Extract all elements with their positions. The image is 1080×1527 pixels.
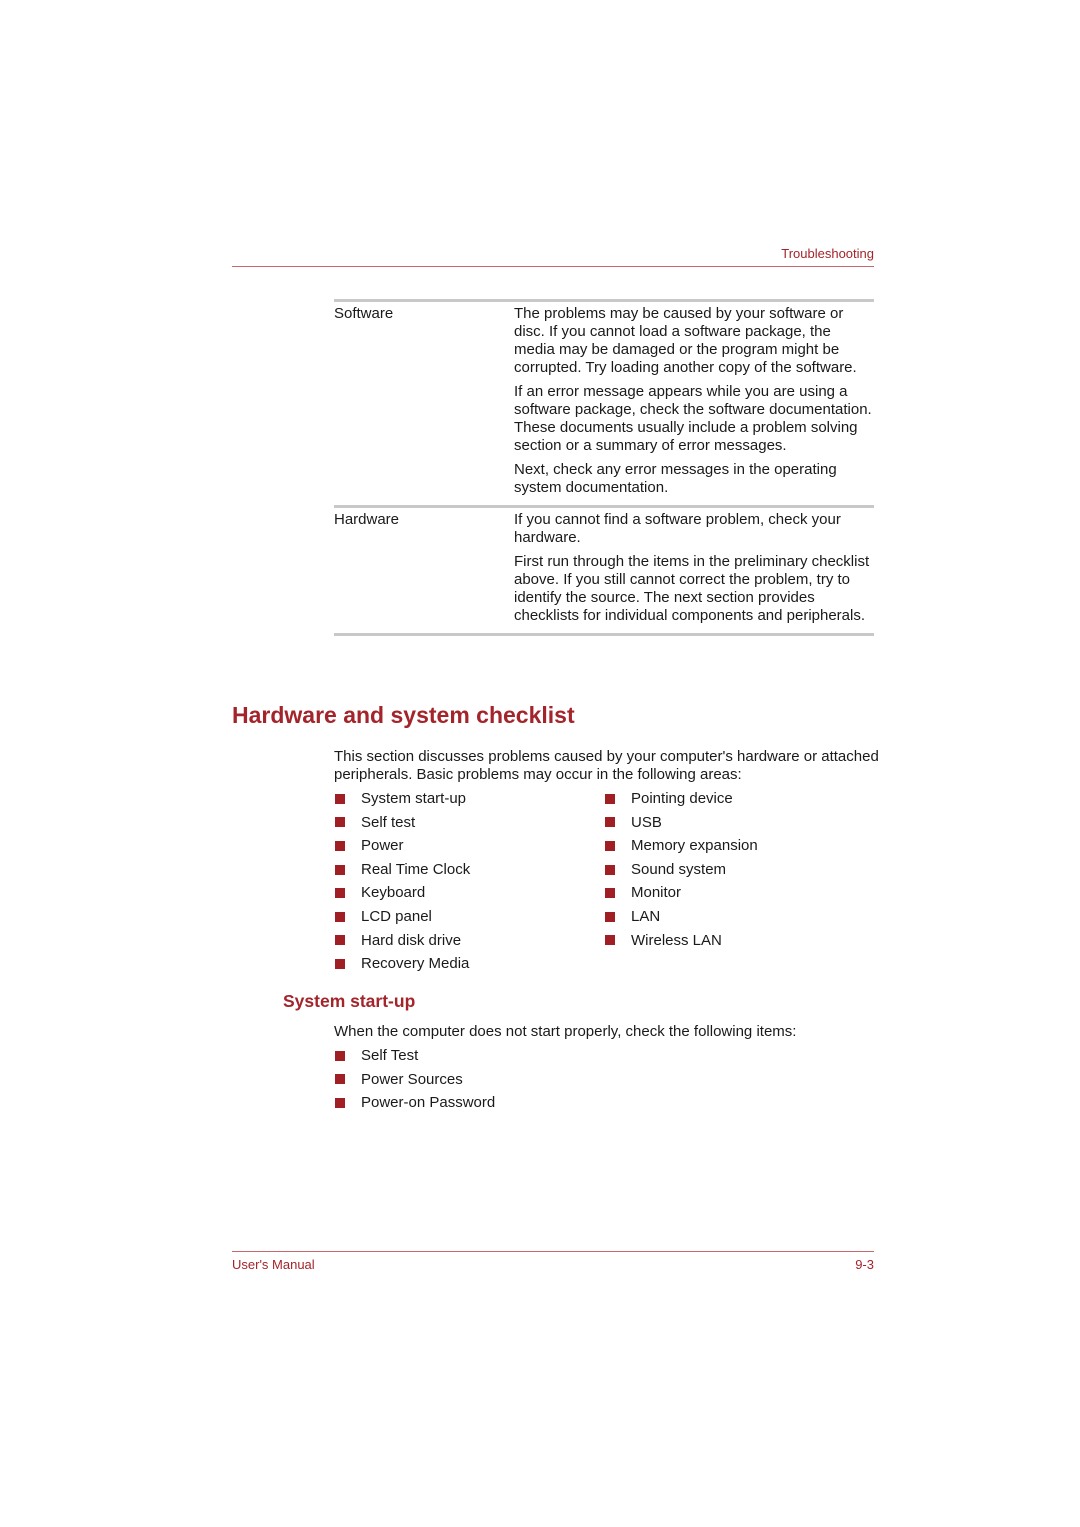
list-item: Self Test xyxy=(335,1044,495,1068)
square-bullet-icon xyxy=(605,840,615,851)
square-bullet-icon xyxy=(335,1074,345,1085)
list-item: LAN xyxy=(605,905,758,929)
subsection-heading: System start-up xyxy=(283,991,416,1011)
square-bullet-icon xyxy=(605,793,615,804)
square-bullet-icon xyxy=(335,864,345,875)
square-bullet-icon xyxy=(605,935,615,946)
list-item-label: Real Time Clock xyxy=(361,860,471,878)
table-row-label: Software xyxy=(334,305,394,322)
list-item-label: Power Sources xyxy=(361,1070,463,1088)
list-item-label: Power-on Password xyxy=(361,1094,496,1112)
table-row-hardware: Hardware If you cannot find a software p… xyxy=(334,508,874,633)
square-bullet-icon xyxy=(335,840,345,851)
page-number: 9-3 xyxy=(855,1257,874,1272)
list-item-label: LAN xyxy=(631,907,661,925)
table-paragraph: Next, check any error messages in the op… xyxy=(514,461,837,496)
areas-list-right: Pointing device USB Memory expansion Sou… xyxy=(605,787,758,952)
list-item-label: Sound system xyxy=(631,860,727,878)
table-paragraph: First run through the items in the preli… xyxy=(514,553,870,624)
square-bullet-icon xyxy=(605,864,615,875)
square-bullet-icon xyxy=(335,935,345,946)
list-item: Power xyxy=(335,834,470,858)
square-bullet-icon xyxy=(335,793,345,804)
list-item-label: Monitor xyxy=(631,884,682,902)
square-bullet-icon xyxy=(605,888,615,899)
list-item: LCD panel xyxy=(335,905,470,929)
list-item-label: USB xyxy=(631,813,662,831)
list-item-label: Pointing device xyxy=(631,790,733,807)
list-item: Power Sources xyxy=(335,1068,495,1092)
list-item-label: Self Test xyxy=(361,1047,419,1064)
table-row-label: Hardware xyxy=(334,511,400,528)
list-item-label: Memory expansion xyxy=(631,837,758,855)
square-bullet-icon xyxy=(335,911,345,922)
list-item-label: Self test xyxy=(361,813,416,831)
problem-source-table: Software The problems may be caused by y… xyxy=(334,299,874,636)
list-item: Self test xyxy=(335,811,470,835)
square-bullet-icon xyxy=(335,1097,345,1108)
table-rule-bottom xyxy=(334,633,874,636)
areas-list-left: System start-up Self test Power Real Tim… xyxy=(335,787,470,976)
header-rule xyxy=(232,266,874,267)
list-item: USB xyxy=(605,811,758,835)
section-heading: Hardware and system checklist xyxy=(232,702,575,728)
list-item: Keyboard xyxy=(335,881,470,905)
list-item: Hard disk drive xyxy=(335,929,470,953)
startup-items-list: Self Test Power Sources Power-on Passwor… xyxy=(335,1044,495,1115)
list-item: Recovery Media xyxy=(335,952,470,976)
section-intro: This section discusses problems caused b… xyxy=(334,748,879,783)
list-item: Monitor xyxy=(605,881,758,905)
list-item-label: System start-up xyxy=(361,790,467,807)
table-paragraph: The problems may be caused by your softw… xyxy=(514,305,857,376)
list-item: Memory expansion xyxy=(605,834,758,858)
list-item-label: Hard disk drive xyxy=(361,931,462,949)
square-bullet-icon xyxy=(335,817,345,828)
manual-page: Troubleshooting Software The problems ma… xyxy=(0,0,1080,1527)
list-item: Power-on Password xyxy=(335,1091,495,1115)
list-item: Real Time Clock xyxy=(335,858,470,882)
list-item: Wireless LAN xyxy=(605,929,758,953)
table-row-body: The problems may be caused by your softw… xyxy=(514,305,874,497)
subsection-intro: When the computer does not start properl… xyxy=(334,1023,797,1040)
list-item: System start-up xyxy=(335,787,470,811)
list-item: Pointing device xyxy=(605,787,758,811)
footer-manual-title: User's Manual xyxy=(232,1257,315,1272)
footer-rule xyxy=(232,1251,874,1252)
list-item-label: Keyboard xyxy=(361,884,426,902)
table-paragraph: If an error message appears while you ar… xyxy=(514,383,872,454)
list-item-label: Power xyxy=(361,837,404,855)
list-item-label: Recovery Media xyxy=(361,955,470,973)
list-item: Sound system xyxy=(605,858,758,882)
table-row-software: Software The problems may be caused by y… xyxy=(334,302,874,505)
square-bullet-icon xyxy=(335,888,345,899)
square-bullet-icon xyxy=(335,958,345,969)
table-paragraph: If you cannot find a software problem, c… xyxy=(514,511,841,546)
square-bullet-icon xyxy=(605,911,615,922)
square-bullet-icon xyxy=(605,817,615,828)
list-item-label: Wireless LAN xyxy=(631,931,722,949)
list-item-label: LCD panel xyxy=(361,907,432,925)
running-header: Troubleshooting xyxy=(781,246,874,261)
table-row-body: If you cannot find a software problem, c… xyxy=(514,511,874,625)
square-bullet-icon xyxy=(335,1050,345,1061)
